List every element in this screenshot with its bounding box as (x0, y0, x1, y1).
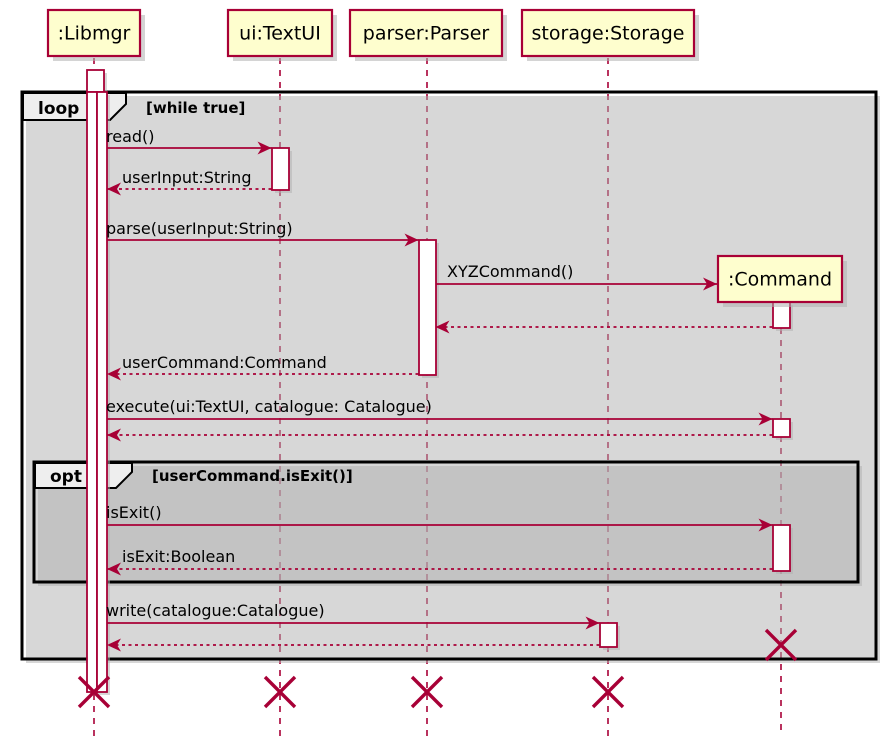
participant-storage-label: storage:Storage (532, 23, 685, 45)
act-textui (271, 147, 290, 191)
message-label-m4: XYZCommand() (447, 262, 573, 281)
act-libmgr-init (86, 69, 105, 93)
participant-command-label: :Command (728, 269, 832, 291)
opt-frame: opt [userCommand.isExit()] (32, 460, 862, 586)
destroy-parser (410, 675, 444, 709)
act-command-exit (772, 524, 791, 572)
participant-textui-label: ui:TextUI (239, 23, 321, 45)
participant-libmgr[interactable]: :Libmgr (46, 8, 145, 61)
opt-frame-guard-label: [userCommand.isExit()] (152, 467, 353, 485)
destroy-storage (591, 675, 625, 709)
message-label-m10: isExit:Boolean (122, 547, 235, 566)
participant-textui[interactable]: ui:TextUI (226, 8, 337, 61)
loop-frame-guard-label: [while true] (146, 99, 245, 117)
message-label-m3: parse(userInput:String) (106, 219, 293, 238)
destroy-textui (263, 675, 297, 709)
participant-command[interactable]: :Command (716, 254, 847, 307)
opt-frame-operator-label: opt (50, 467, 82, 487)
message-label-m9: isExit() (106, 503, 162, 522)
act-storage (599, 622, 618, 648)
message-label-m7: execute(ui:TextUI, catalogue: Catalogue) (106, 397, 432, 416)
sequence-diagram-svg: loop [while true] opt [userCommand.isExit()… (20, 8, 880, 736)
participant-storage[interactable]: storage:Storage (520, 8, 699, 61)
message-label-m2: userInput:String (122, 168, 251, 187)
participant-libmgr-label: :Libmgr (58, 23, 131, 45)
sequence-diagram-canvas: loop [while true] opt [userCommand.isExit()… (0, 0, 896, 736)
participant-parser[interactable]: parser:Parser (348, 8, 507, 61)
message-label-m6: userCommand:Command (122, 353, 327, 372)
message-label-m1: read() (106, 127, 155, 146)
loop-frame-operator-label: loop (38, 99, 79, 119)
act-command-exec (772, 418, 791, 438)
participant-parser-label: parser:Parser (363, 23, 490, 45)
act-libmgr-outer (86, 91, 98, 693)
act-parser (418, 239, 437, 376)
message-label-m11: write(catalogue:Catalogue) (106, 601, 325, 620)
